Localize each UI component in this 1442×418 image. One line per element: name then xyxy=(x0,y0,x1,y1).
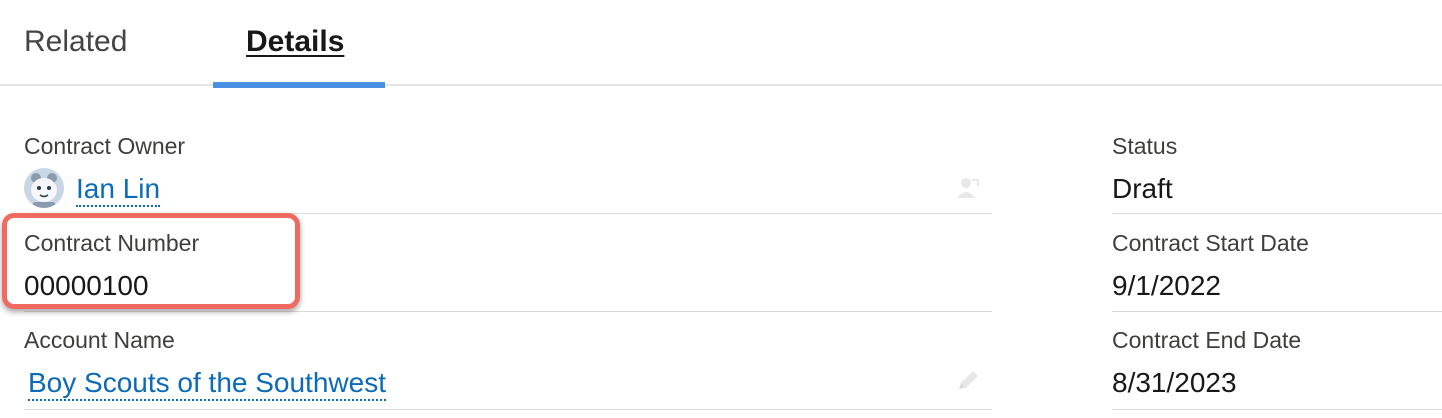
details-left-column: Contract Owner Ian Lin Contract Number 0… xyxy=(24,0,992,418)
divider xyxy=(1112,213,1442,214)
account-name-label: Account Name xyxy=(24,327,175,353)
account-name-value[interactable]: Boy Scouts of the Southwest xyxy=(28,366,386,401)
owner-avatar xyxy=(24,168,64,208)
contract-start-date-value: 9/1/2022 xyxy=(1112,270,1221,301)
contract-number-label: Contract Number xyxy=(24,230,200,256)
change-owner-icon[interactable] xyxy=(954,174,982,202)
divider xyxy=(1112,311,1442,312)
contract-owner-value[interactable]: Ian Lin xyxy=(76,172,161,207)
divider xyxy=(24,311,992,312)
contract-start-date-label: Contract Start Date xyxy=(1112,230,1309,256)
contract-number-value: 00000100 xyxy=(24,270,149,301)
contract-owner-link[interactable]: Ian Lin xyxy=(76,173,161,207)
pencil-icon[interactable] xyxy=(954,367,982,395)
divider xyxy=(24,213,992,214)
divider xyxy=(1112,409,1442,410)
account-name-link[interactable]: Boy Scouts of the Southwest xyxy=(28,367,386,401)
contract-end-date-value: 8/31/2023 xyxy=(1112,367,1237,398)
contract-end-date-label: Contract End Date xyxy=(1112,327,1302,353)
status-value: Draft xyxy=(1112,173,1173,204)
details-right-column: Status Draft Contract Start Date 9/1/202… xyxy=(1112,0,1442,418)
divider xyxy=(24,409,992,410)
status-label: Status xyxy=(1112,133,1178,159)
contract-owner-label: Contract Owner xyxy=(24,133,186,159)
